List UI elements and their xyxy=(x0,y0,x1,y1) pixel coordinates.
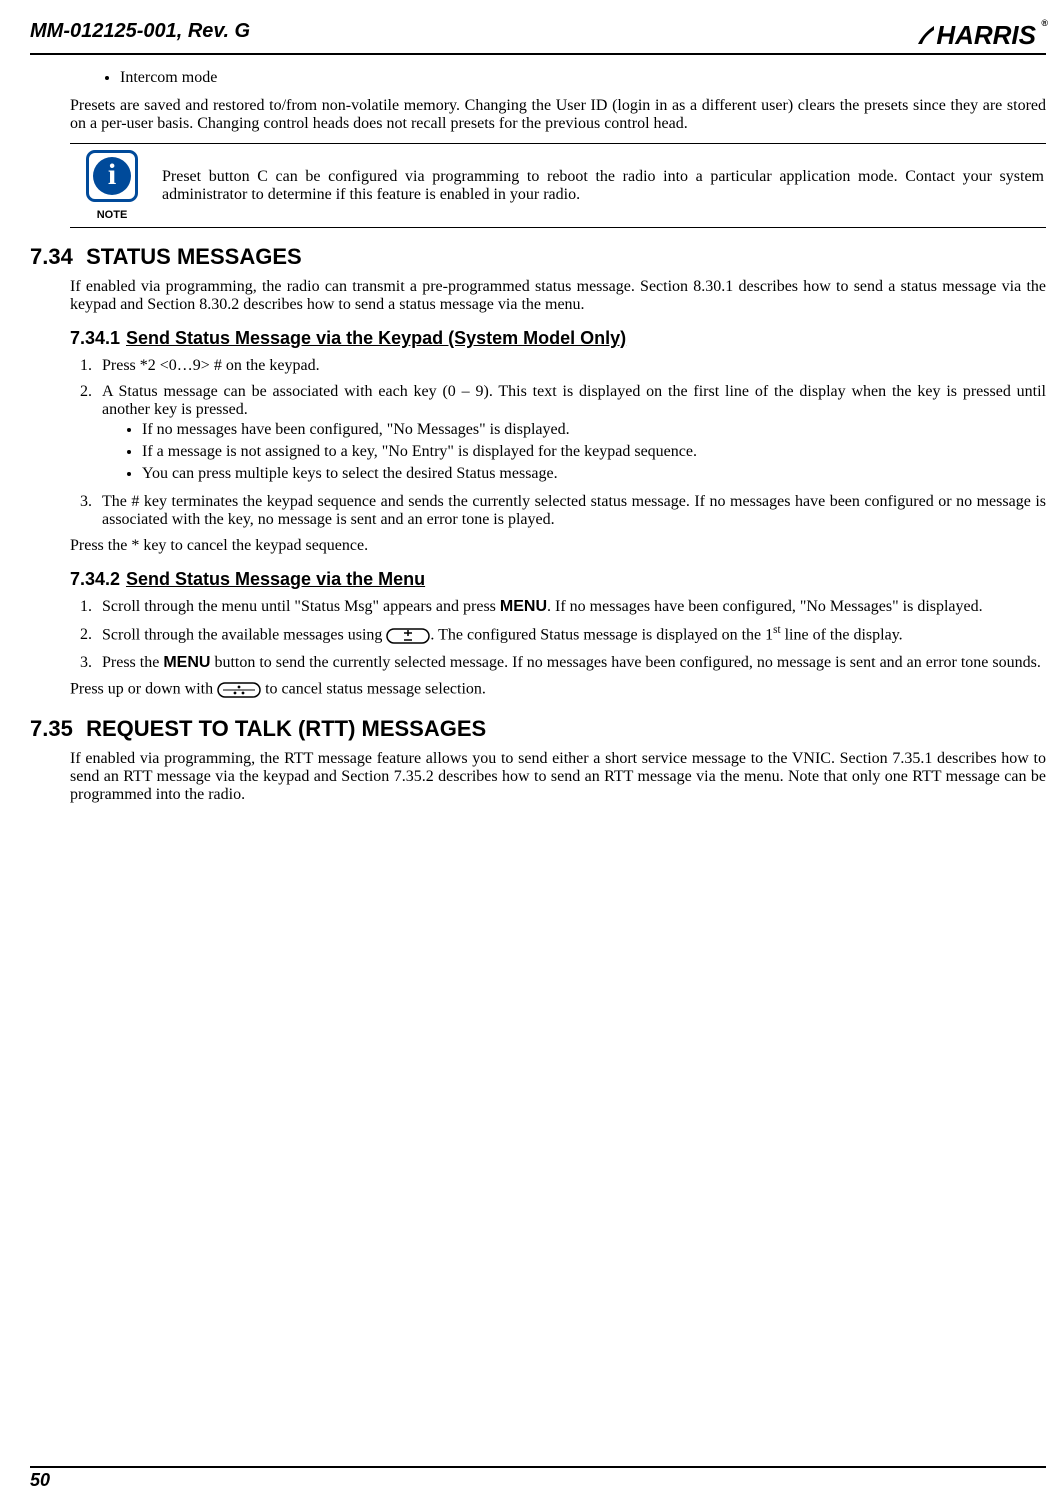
list-item: Intercom mode xyxy=(120,69,1046,87)
ordered-steps: Press *2 <0…9> # on the keypad. A Status… xyxy=(70,357,1046,529)
subsection-title: Send Status Message via the Menu xyxy=(126,569,425,589)
list-item: If a message is not assigned to a key, "… xyxy=(142,443,1046,461)
section-heading-735: 7.35 REQUEST TO TALK (RTT) MESSAGES xyxy=(30,716,1046,742)
paragraph: If enabled via programming, the radio ca… xyxy=(70,278,1046,314)
logo-swoosh-icon xyxy=(916,22,936,48)
menu-keyword: MENU xyxy=(163,654,210,671)
step-item: A Status message can be associated with … xyxy=(96,383,1046,483)
paragraph: Presets are saved and restored to/from n… xyxy=(70,97,1046,133)
ordered-steps: Scroll through the menu until "Status Ms… xyxy=(70,598,1046,672)
rocker-plus-minus-icon xyxy=(386,626,430,646)
list-item: You can press multiple keys to select th… xyxy=(142,465,1046,483)
step-item: Scroll through the available messages us… xyxy=(96,624,1046,646)
bullet-list: If no messages have been configured, "No… xyxy=(102,421,1046,483)
page-number: 50 xyxy=(30,1470,50,1490)
note-label: NOTE xyxy=(72,209,152,221)
section-title: REQUEST TO TALK (RTT) MESSAGES xyxy=(86,716,486,741)
menu-keyword: MENU xyxy=(500,598,547,615)
paragraph: Press up or down with to cancel status m… xyxy=(70,680,1046,700)
section-title: STATUS MESSAGES xyxy=(86,244,302,269)
subsection-heading-7342: 7.34.2Send Status Message via the Menu xyxy=(70,569,1046,590)
bullet-list: Intercom mode xyxy=(70,69,1046,87)
step-item: Press the MENU button to send the curren… xyxy=(96,654,1046,672)
list-item: If no messages have been configured, "No… xyxy=(142,421,1046,439)
rocker-dots-icon xyxy=(217,680,261,700)
paragraph: If enabled via programming, the RTT mess… xyxy=(70,750,1046,804)
step-item: Scroll through the menu until "Status Ms… xyxy=(96,598,1046,616)
step-item: The # key terminates the keypad sequence… xyxy=(96,493,1046,529)
note-callout: i NOTE Preset button C can be configured… xyxy=(70,143,1046,228)
document-id: MM-012125-001, Rev. G xyxy=(30,20,250,43)
section-number: 7.34 xyxy=(30,244,80,270)
info-icon: i xyxy=(86,150,138,202)
page-footer: 50 xyxy=(30,1466,1046,1491)
subsection-heading-7341: 7.34.1Send Status Message via the Keypad… xyxy=(70,328,1046,349)
note-text: Preset button C can be configured via pr… xyxy=(152,168,1044,204)
paragraph: Press the * key to cancel the keypad seq… xyxy=(70,537,1046,555)
page-header: MM-012125-001, Rev. G HARRIS® xyxy=(30,20,1046,55)
subsection-title: Send Status Message via the Keypad (Syst… xyxy=(126,328,626,348)
brand-logo: HARRIS® xyxy=(916,20,1046,51)
section-number: 7.35 xyxy=(30,716,80,742)
step-item: Press *2 <0…9> # on the keypad. xyxy=(96,357,1046,375)
subsection-number: 7.34.1 xyxy=(70,328,126,349)
subsection-number: 7.34.2 xyxy=(70,569,126,590)
section-heading-734: 7.34 STATUS MESSAGES xyxy=(30,244,1046,270)
